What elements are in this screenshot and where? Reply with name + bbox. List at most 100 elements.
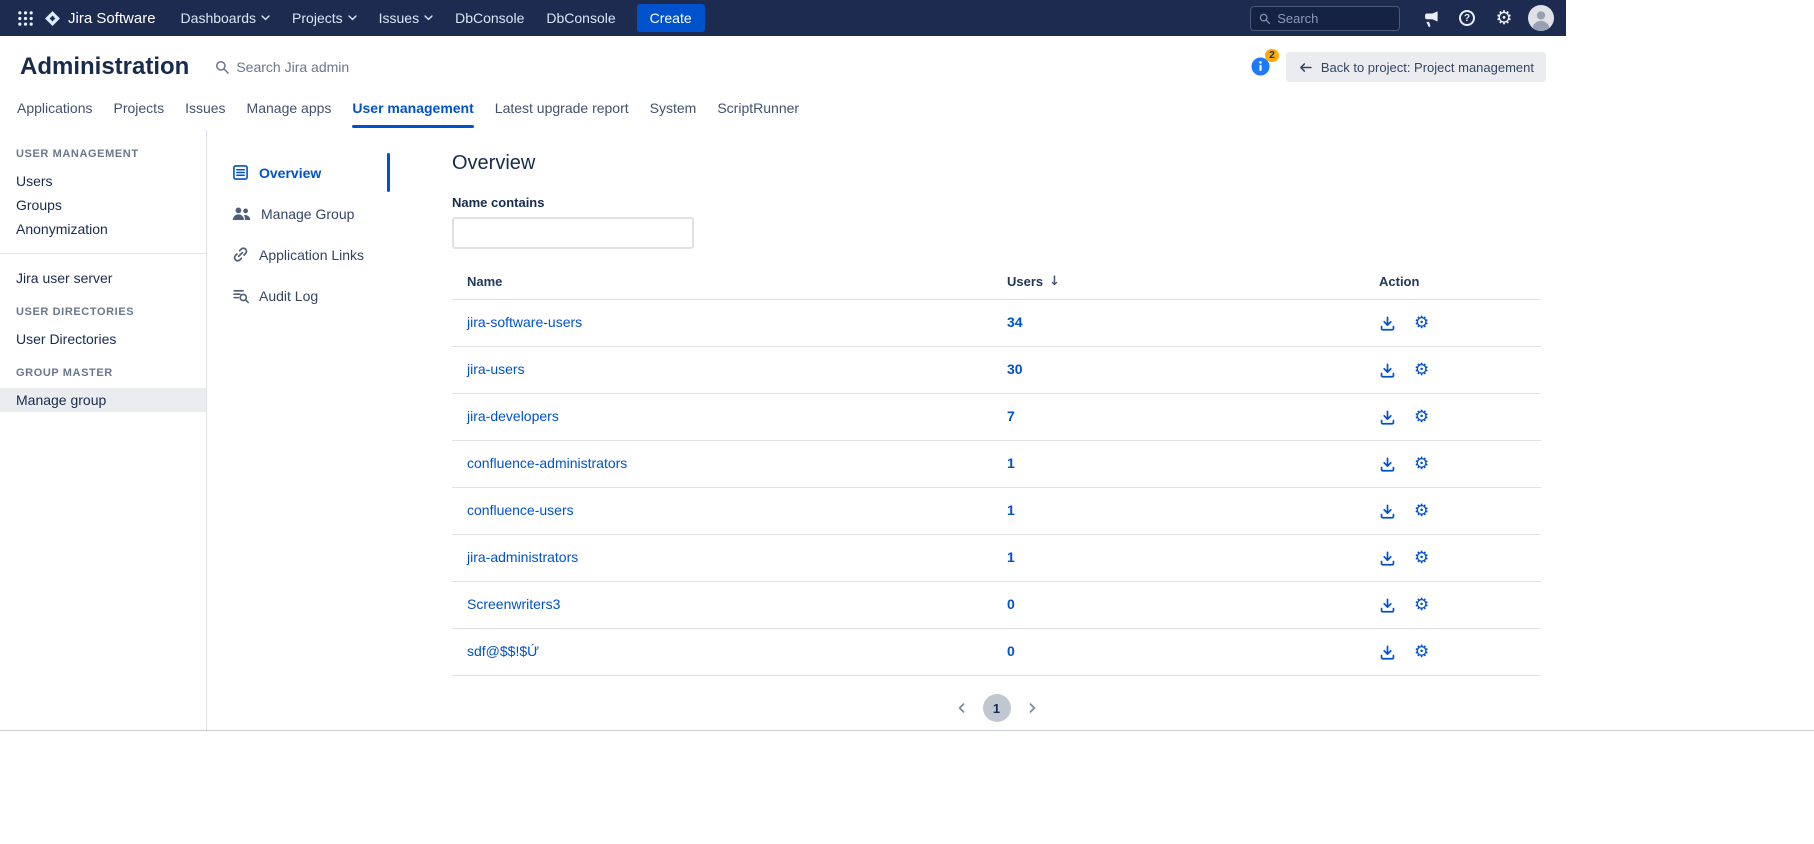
- next-page-button[interactable]: [1025, 701, 1039, 715]
- group-settings-button[interactable]: ⚙: [1414, 503, 1429, 520]
- nav-menu-label: DbConsole: [546, 10, 615, 26]
- group-name-link[interactable]: jira-users: [467, 361, 525, 377]
- export-group-button[interactable]: [1379, 644, 1396, 661]
- group-settings-button[interactable]: ⚙: [1414, 644, 1429, 661]
- nav-menu-issues[interactable]: Issues: [368, 0, 444, 36]
- profile-button[interactable]: [1526, 3, 1556, 33]
- download-icon: [1379, 597, 1396, 614]
- tab-latest-upgrade-report[interactable]: Latest upgrade report: [495, 98, 629, 130]
- tab-applications[interactable]: Applications: [17, 98, 93, 130]
- group-master-subnav: Overview Manage Group Application Links …: [207, 130, 390, 730]
- gear-icon: ⚙: [1414, 644, 1429, 661]
- sidebar-item-groups[interactable]: Groups: [0, 193, 206, 217]
- nav-menu-projects[interactable]: Projects: [281, 0, 368, 36]
- nav-menu-dbconsole-2[interactable]: DbConsole: [535, 0, 626, 36]
- group-users-cell: 1: [992, 502, 1364, 520]
- tab-issues[interactable]: Issues: [185, 98, 225, 130]
- sidebar-item-users[interactable]: Users: [0, 169, 206, 193]
- group-users-count-link[interactable]: 1: [1007, 502, 1015, 518]
- group-users-count-link[interactable]: 7: [1007, 408, 1015, 424]
- sidebar-item-jira-user-server[interactable]: Jira user server: [0, 266, 206, 290]
- download-icon: [1379, 362, 1396, 379]
- help-button[interactable]: ?: [1452, 3, 1482, 33]
- download-icon: [1379, 315, 1396, 332]
- group-users-count-link[interactable]: 30: [1007, 361, 1023, 377]
- current-page-button[interactable]: 1: [983, 694, 1011, 722]
- audit-log-icon: [232, 287, 249, 304]
- column-header-name[interactable]: Name: [452, 274, 992, 289]
- overview-list-icon: [232, 164, 249, 181]
- groups-table: Name Users ↓ Action jira-s: [452, 263, 1541, 676]
- group-name-link[interactable]: jira-software-users: [467, 314, 582, 330]
- tab-scriptrunner[interactable]: ScriptRunner: [717, 98, 799, 130]
- tab-projects[interactable]: Projects: [114, 98, 165, 130]
- group-settings-button[interactable]: ⚙: [1414, 456, 1429, 473]
- name-contains-label: Name contains: [452, 195, 1541, 210]
- subnav-item-label: Audit Log: [259, 288, 318, 304]
- group-users-count-link[interactable]: 0: [1007, 596, 1015, 612]
- group-users-count-link[interactable]: 0: [1007, 643, 1015, 659]
- admin-settings-button[interactable]: ⚙: [1489, 3, 1519, 33]
- group-name-link[interactable]: jira-administrators: [467, 549, 578, 565]
- group-name-link[interactable]: sdf@$$!$Ứ: [467, 643, 539, 659]
- column-header-users[interactable]: Users ↓: [992, 274, 1364, 289]
- sidebar-item-manage-group[interactable]: Manage group: [0, 388, 206, 412]
- name-contains-input[interactable]: [452, 217, 694, 249]
- subnav-item-audit-log[interactable]: Audit Log: [207, 275, 390, 316]
- notifications-button[interactable]: 2: [1250, 56, 1272, 78]
- gear-icon: ⚙: [1414, 409, 1429, 426]
- group-settings-button[interactable]: ⚙: [1414, 550, 1429, 567]
- group-users-count-link[interactable]: 1: [1007, 455, 1015, 471]
- back-arrow-icon: [1298, 60, 1313, 75]
- subnav-item-manage-group[interactable]: Manage Group: [207, 193, 390, 234]
- tab-system[interactable]: System: [650, 98, 697, 130]
- sidebar-item-user-directories[interactable]: User Directories: [0, 327, 206, 351]
- group-settings-button[interactable]: ⚙: [1414, 315, 1429, 332]
- export-group-button[interactable]: [1379, 456, 1396, 473]
- app-switcher-button[interactable]: [10, 3, 40, 33]
- announcements-button[interactable]: [1415, 3, 1445, 33]
- group-name-link[interactable]: jira-developers: [467, 408, 559, 424]
- export-group-button[interactable]: [1379, 597, 1396, 614]
- download-icon: [1379, 503, 1396, 520]
- group-users-cell: 1: [992, 455, 1364, 473]
- nav-menu-dashboards[interactable]: Dashboards: [170, 0, 282, 36]
- group-action-cell: ⚙: [1364, 644, 1541, 661]
- global-search[interactable]: [1250, 6, 1400, 31]
- subnav-item-application-links[interactable]: Application Links: [207, 234, 390, 275]
- previous-page-button[interactable]: [955, 701, 969, 715]
- export-group-button[interactable]: [1379, 550, 1396, 567]
- export-group-button[interactable]: [1379, 315, 1396, 332]
- tab-user-management[interactable]: User management: [352, 98, 473, 130]
- export-group-button[interactable]: [1379, 362, 1396, 379]
- group-name-link[interactable]: confluence-users: [467, 502, 574, 518]
- logo-text: Jira Software: [68, 10, 156, 27]
- group-name-link[interactable]: confluence-administrators: [467, 455, 627, 471]
- group-users-count-link[interactable]: 1: [1007, 549, 1015, 565]
- group-users-count-link[interactable]: 34: [1007, 314, 1023, 330]
- subnav-item-label: Application Links: [259, 247, 364, 263]
- group-users-cell: 0: [992, 643, 1364, 661]
- group-users-cell: 0: [992, 596, 1364, 614]
- tab-manage-apps[interactable]: Manage apps: [247, 98, 332, 130]
- back-to-project-button[interactable]: Back to project: Project management: [1286, 52, 1546, 82]
- export-group-button[interactable]: [1379, 409, 1396, 426]
- global-search-input[interactable]: [1277, 11, 1391, 26]
- jira-logo[interactable]: Jira Software: [44, 10, 156, 27]
- sidebar-section-group-master: GROUP MASTER: [0, 367, 206, 379]
- jira-admin-app: Jira Software Dashboards Projects Issues…: [0, 0, 1566, 730]
- create-button[interactable]: Create: [637, 4, 705, 32]
- subnav-item-overview[interactable]: Overview: [207, 152, 390, 193]
- admin-search[interactable]: Search Jira admin: [215, 59, 349, 75]
- sidebar-item-anonymization[interactable]: Anonymization: [0, 217, 206, 241]
- export-group-button[interactable]: [1379, 503, 1396, 520]
- group-settings-button[interactable]: ⚙: [1414, 362, 1429, 379]
- group-action-cell: ⚙: [1364, 362, 1541, 379]
- group-settings-button[interactable]: ⚙: [1414, 597, 1429, 614]
- table-row: jira-administrators 1 ⚙: [452, 535, 1541, 582]
- nav-menu-dbconsole-1[interactable]: DbConsole: [444, 0, 535, 36]
- gear-icon: ⚙: [1414, 503, 1429, 520]
- group-settings-button[interactable]: ⚙: [1414, 409, 1429, 426]
- subnav-item-label: Manage Group: [261, 206, 354, 222]
- group-name-link[interactable]: Screenwriters3: [467, 596, 560, 612]
